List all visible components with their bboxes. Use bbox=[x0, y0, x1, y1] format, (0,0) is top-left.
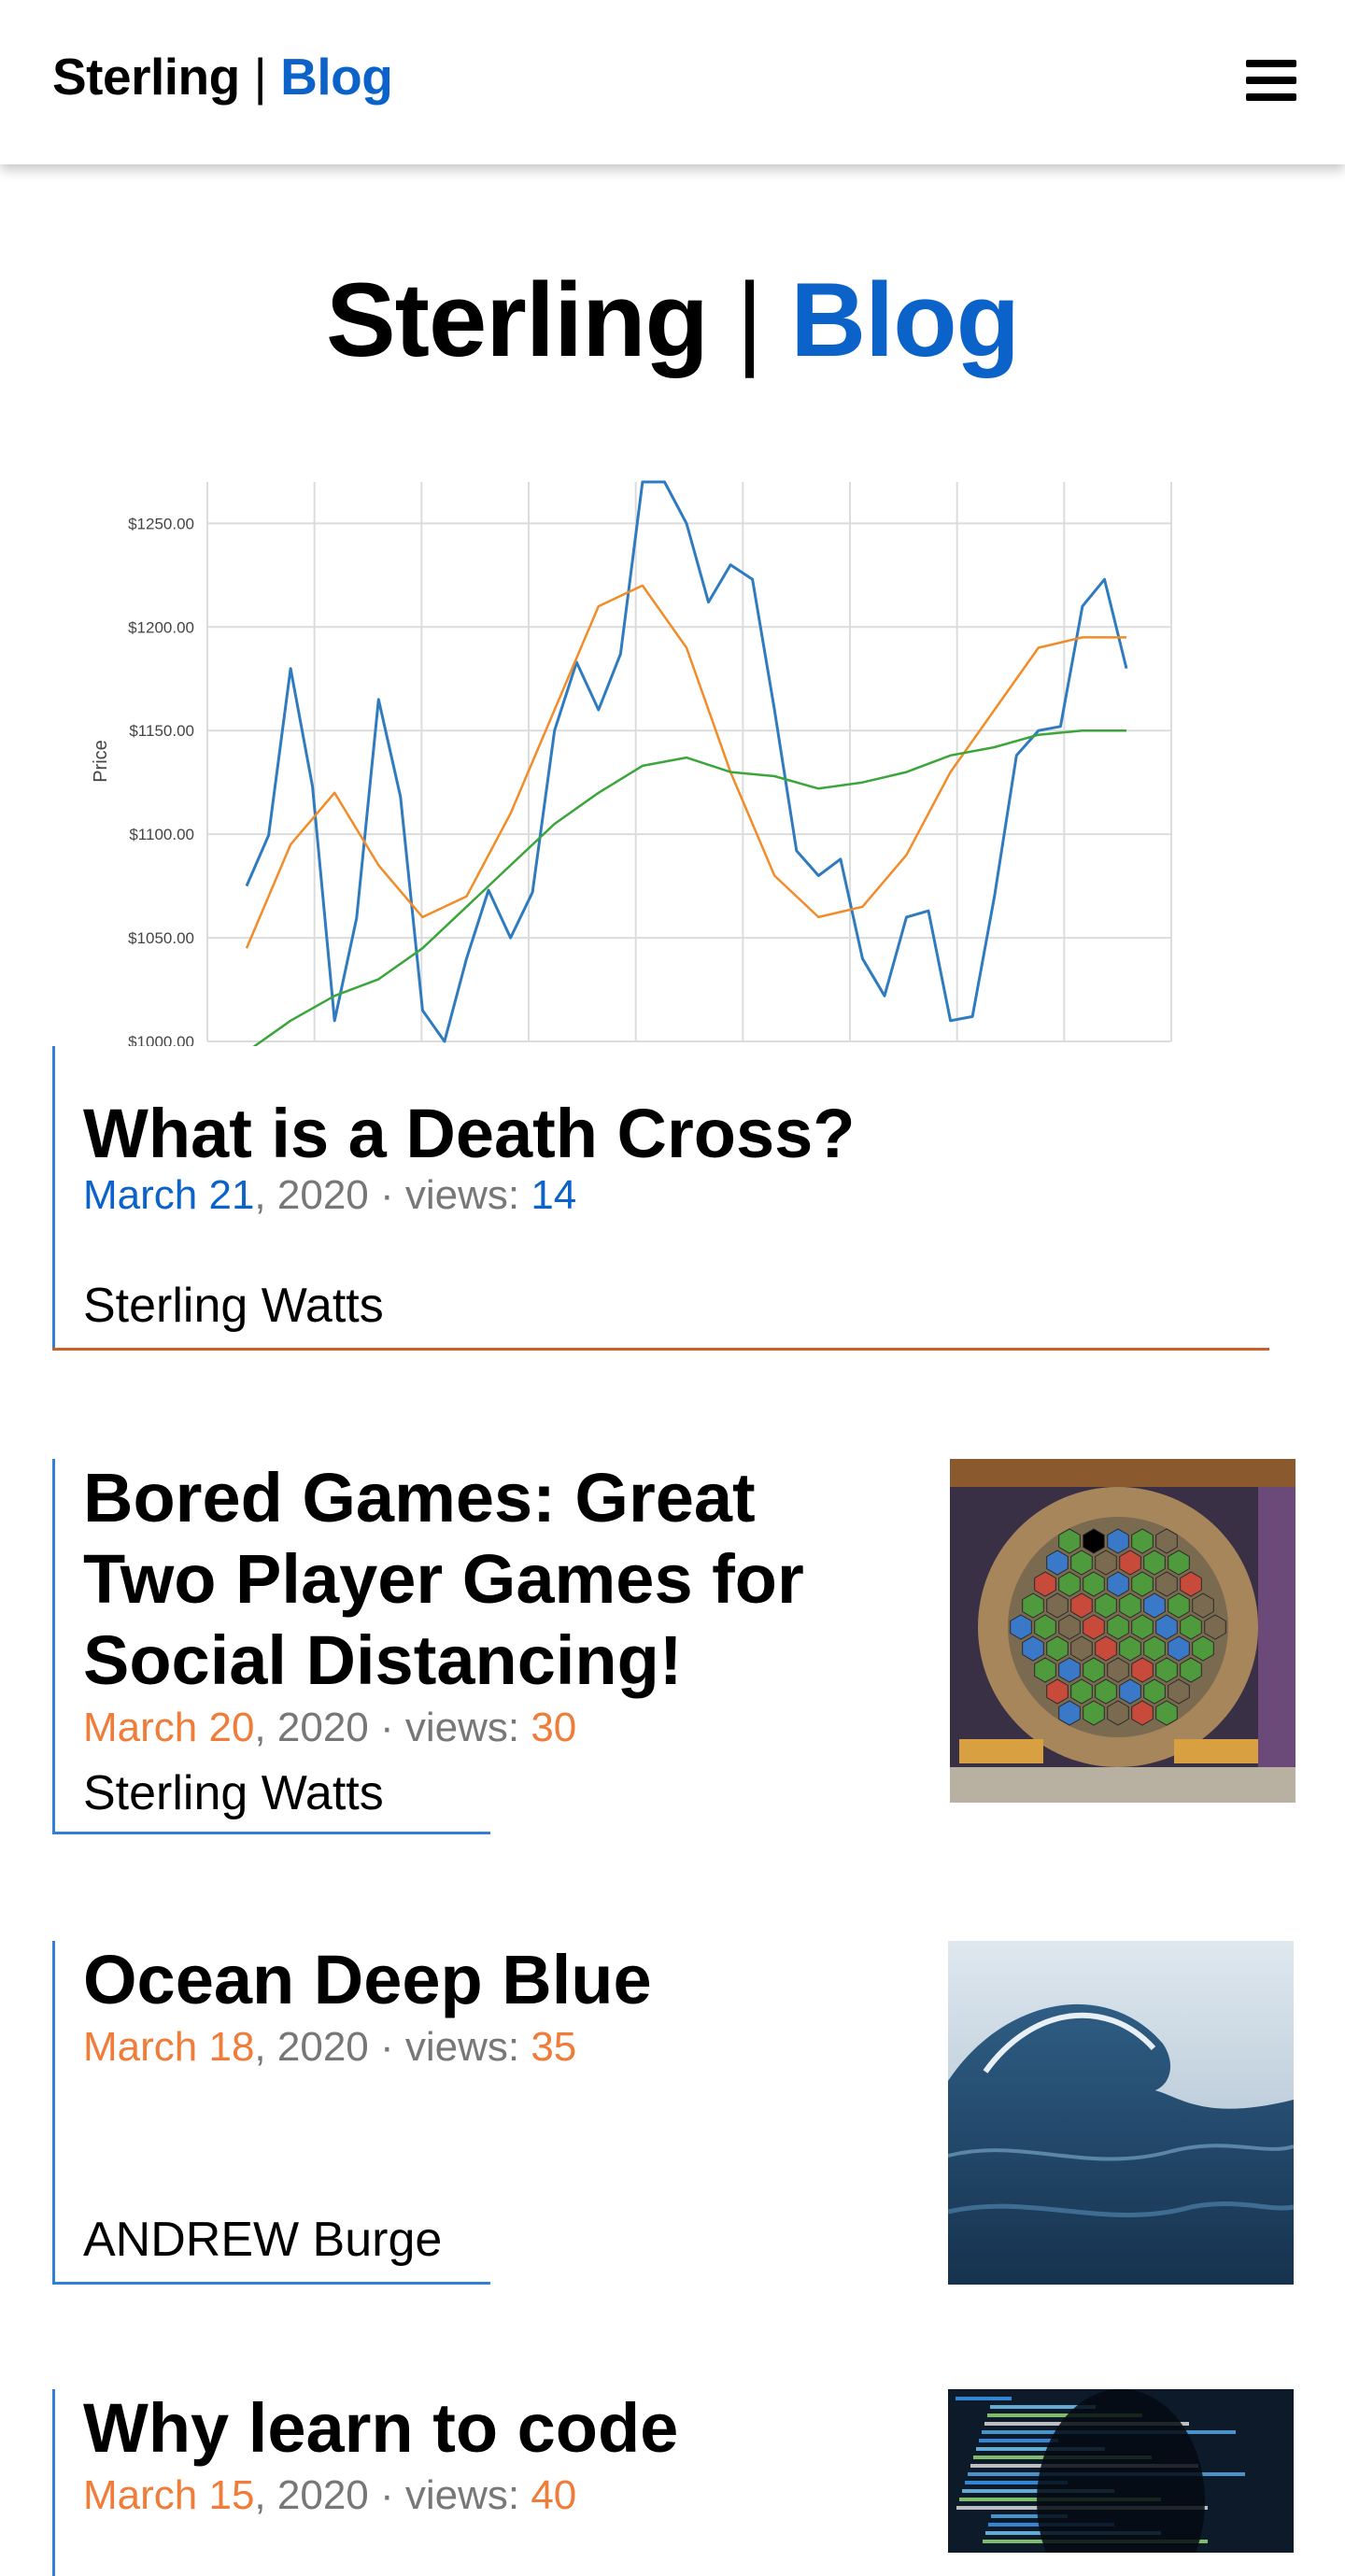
hero-suffix: Blog bbox=[790, 262, 1020, 378]
post-thumbnail-board-game[interactable] bbox=[950, 1459, 1295, 1803]
menu-line bbox=[1246, 60, 1296, 67]
hamburger-menu-icon[interactable] bbox=[1246, 60, 1296, 101]
y-tick-label: $1200.00 bbox=[128, 618, 194, 636]
post-views: 35 bbox=[531, 2024, 577, 2070]
post-title[interactable]: Ocean Deep Blue bbox=[83, 1939, 886, 2020]
post-author: Sterling Watts bbox=[83, 1766, 384, 1820]
post-meta: March 21, 2020 · views: 14 bbox=[83, 1171, 576, 1220]
post-date-rest: , 2020 · views: bbox=[254, 1705, 531, 1750]
post-author: ANDREW Burge bbox=[83, 2213, 443, 2267]
post-divider bbox=[52, 1832, 490, 1834]
post-date: March 18 bbox=[83, 2024, 255, 2070]
post-thumbnail-code-screen[interactable] bbox=[948, 2389, 1294, 2553]
post-date: March 15 bbox=[83, 2472, 255, 2518]
post-card-why-learn-to-code[interactable]: Why learn to code March 15, 2020 · views… bbox=[52, 2389, 678, 2576]
post-date: March 21 bbox=[83, 1172, 255, 1218]
menu-line bbox=[1246, 77, 1296, 84]
y-tick-label: $1000.00 bbox=[128, 1033, 194, 1046]
post-views: 30 bbox=[531, 1705, 577, 1750]
y-tick-label: $1100.00 bbox=[129, 826, 194, 843]
post-thumbnail-ocean-wave[interactable] bbox=[948, 1941, 1294, 2285]
code-line bbox=[956, 2397, 1012, 2400]
brand-logo-link[interactable]: Sterling | Blog bbox=[52, 47, 393, 106]
post-title[interactable]: Why learn to code bbox=[83, 2387, 886, 2469]
y-tick-label: $1050.00 bbox=[128, 929, 194, 947]
post-date-rest: , 2020 · views: bbox=[254, 2472, 531, 2518]
brand-name: Sterling bbox=[52, 48, 240, 106]
featured-post-chart-image[interactable]: $1000.00 $1050.00 $1100.00 $1150.00 $1200.00… bbox=[52, 476, 1192, 1054]
post-divider bbox=[52, 2282, 490, 2285]
post-date: March 20 bbox=[83, 1705, 255, 1750]
y-tick-label: $1150.00 bbox=[129, 722, 194, 740]
post-meta: March 15, 2020 · views: 40 bbox=[83, 2471, 576, 2520]
ocean-wave-image bbox=[948, 1941, 1294, 2285]
series-line bbox=[245, 480, 1128, 1043]
post-card-death-cross[interactable]: What is a Death Cross? March 21, 2020 · … bbox=[52, 1046, 1269, 1351]
post-card-ocean-deep-blue[interactable]: Ocean Deep Blue March 18, 2020 · views: … bbox=[52, 1941, 652, 2285]
code-line bbox=[979, 2439, 1058, 2442]
post-title[interactable]: Bored Games: Great Two Player Games for … bbox=[83, 1457, 886, 1701]
hero-separator: | bbox=[707, 262, 791, 378]
post-title[interactable]: What is a Death Cross? bbox=[83, 1093, 1251, 1174]
brand-separator: | bbox=[239, 48, 281, 106]
code-screen-image bbox=[948, 2389, 1294, 2553]
post-card-bored-games[interactable]: Bored Games: Great Two Player Games for … bbox=[52, 1459, 804, 1834]
post-date-rest: , 2020 · views: bbox=[254, 2024, 531, 2070]
price-chart: $1000.00 $1050.00 $1100.00 $1150.00 $1200.00… bbox=[91, 480, 1172, 1054]
post-author: Sterling Watts bbox=[83, 1279, 384, 1333]
brand-suffix: Blog bbox=[280, 48, 393, 106]
post-date-rest: , 2020 · views: bbox=[254, 1172, 531, 1218]
board-game-image bbox=[950, 1459, 1295, 1803]
post-views: 14 bbox=[531, 1172, 577, 1218]
page-title: Sterling | Blog bbox=[0, 260, 1345, 380]
post-views: 40 bbox=[531, 2472, 577, 2518]
top-navbar: Sterling | Blog bbox=[0, 0, 1345, 164]
y-tick-label: $1250.00 bbox=[128, 515, 194, 532]
post-meta: March 20, 2020 · views: 30 bbox=[83, 1704, 576, 1752]
menu-line bbox=[1246, 93, 1296, 101]
y-axis-label: Price bbox=[91, 740, 111, 783]
post-meta: March 18, 2020 · views: 35 bbox=[83, 2023, 576, 2072]
hero-name: Sterling bbox=[325, 262, 709, 378]
post-divider bbox=[52, 1348, 1269, 1351]
